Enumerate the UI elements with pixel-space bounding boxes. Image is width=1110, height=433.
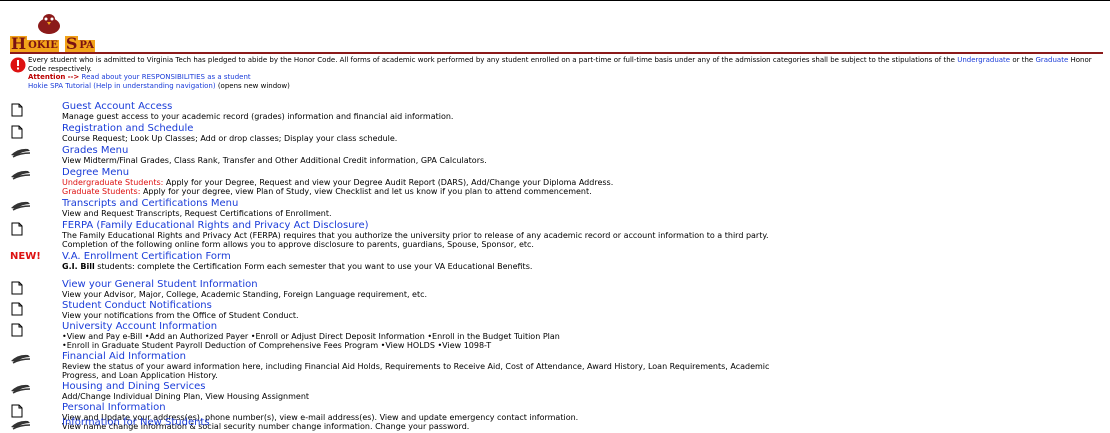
general-info-link[interactable]: View your General Student Information [62,279,258,290]
page-icon [11,323,23,337]
page-icon [11,302,23,316]
page-icon [11,222,23,236]
ferpa-desc: The Family Educational Rights and Privac… [62,231,769,249]
top-border [0,0,1110,9]
grades-desc: View Midterm/Final Grades, Class Rank, T… [62,156,487,165]
degree-desc: Undergraduate Students: Apply for your D… [62,178,614,196]
housing-link[interactable]: Housing and Dining Services [62,381,205,392]
degree-menu-link[interactable]: Degree Menu [62,167,129,178]
info-alert-icon [10,57,26,73]
responsibilities-link[interactable]: Read about your RESPONSIBILITIES as a st… [82,73,251,81]
honor-or-text: or the [1012,56,1034,64]
housing-desc: Add/Change Individual Dining Plan, View … [62,392,310,401]
conduct-desc: View your notifications from the Office … [62,311,299,320]
grades-menu-link[interactable]: Grades Menu [62,145,128,156]
attention-label: Attention [28,73,66,81]
header-divider [10,52,1103,54]
menu-icon [11,354,31,364]
page-icon [11,125,23,139]
hokie-bird-icon [38,14,60,34]
guest-access-desc: Manage guest access to your academic rec… [62,112,454,121]
undergraduate-honor-link[interactable]: Undergraduate [957,56,1010,64]
new-badge: NEW! [10,251,41,262]
page-icon [11,281,23,295]
financial-aid-desc: Review the status of your award informat… [62,362,770,380]
menu-icon [11,148,31,158]
honor-code-text: Every student who is admitted to Virgini… [28,56,955,64]
logo-wordmark: H OKIE S PA [10,34,95,53]
menu-icon [11,201,31,211]
menu-icon [11,170,31,180]
personal-desc: View and Update your address(es), phone … [62,413,579,431]
menu-icon [11,384,31,394]
va-enrollment-desc: G.I. Bill students: complete the Certifi… [62,262,533,271]
ferpa-link[interactable]: FERPA (Family Educational Rights and Pri… [62,220,369,231]
hokie-spa-logo[interactable]: H OKIE S PA [10,14,130,52]
personal-info-link[interactable]: Personal Information [62,402,166,413]
general-info-desc: View your Advisor, Major, College, Acade… [62,290,428,299]
attention-arrow: --> [67,73,80,81]
page-icon [11,404,23,418]
menu-icon [11,420,31,430]
graduate-honor-link[interactable]: Graduate [1035,56,1068,64]
account-info-link[interactable]: University Account Information [62,321,217,332]
tutorial-link[interactable]: Hokie SPA Tutorial (Help in understandin… [28,82,216,90]
registration-link[interactable]: Registration and Schedule [62,123,193,134]
guest-access-link[interactable]: Guest Account Access [62,101,172,112]
tutorial-note: (opens new window) [217,81,290,90]
account-desc: •View and Pay e-Bill •Add an Authorized … [62,332,560,350]
conduct-link[interactable]: Student Conduct Notifications [62,300,212,311]
financial-aid-link[interactable]: Financial Aid Information [62,351,186,362]
transcripts-desc: View and Request Transcripts, Request Ce… [62,209,332,218]
page-icon [11,103,23,117]
va-enrollment-link[interactable]: V.A. Enrollment Certification Form [62,251,231,262]
transcripts-menu-link[interactable]: Transcripts and Certifications Menu [62,198,238,209]
registration-desc: Course Request; Look Up Classes; Add or … [62,134,398,143]
